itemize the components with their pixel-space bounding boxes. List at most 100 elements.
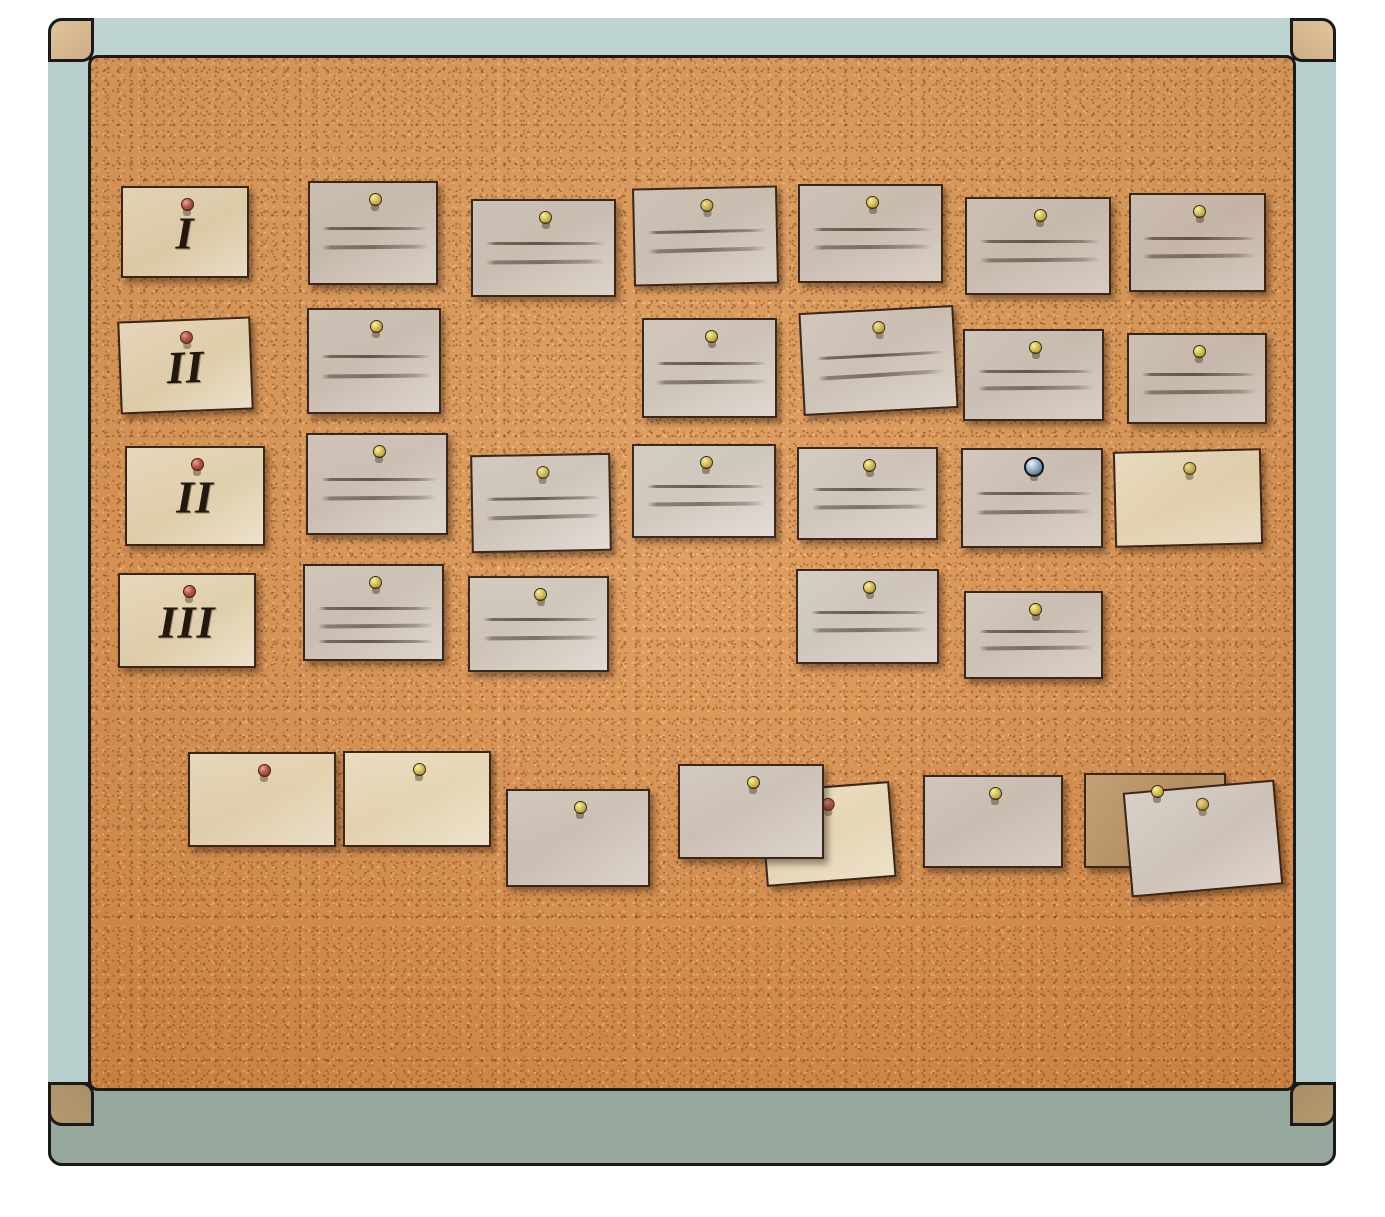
note-scribble-line: [980, 240, 1100, 244]
pushpin-gold[interactable]: [535, 465, 550, 480]
pushpin-gold[interactable]: [573, 801, 587, 814]
note-scribble-line: [317, 606, 434, 610]
note-card[interactable]: [343, 751, 491, 847]
note-card[interactable]: [678, 764, 824, 859]
note-scribble-line: [648, 245, 768, 254]
note-card[interactable]: [642, 318, 777, 418]
note-card[interactable]: [471, 199, 616, 297]
frame-right-band: [1292, 60, 1336, 1130]
pushpin-gold[interactable]: [1033, 209, 1047, 222]
note-card[interactable]: [796, 569, 939, 664]
note-scribble-line: [647, 228, 767, 235]
note-scribble-line: [321, 373, 431, 379]
note-scribble-line: [811, 504, 928, 510]
pushpin-gold[interactable]: [1029, 603, 1042, 616]
pushpin-gold[interactable]: [700, 198, 714, 213]
note-scribble-line: [646, 485, 766, 489]
note-card[interactable]: [470, 452, 612, 554]
pushpin-gold[interactable]: [1194, 797, 1210, 812]
corkboard-scene: I II II III: [0, 0, 1385, 1217]
pushpin-gold[interactable]: [372, 445, 386, 458]
pushpin-gold[interactable]: [369, 576, 382, 589]
frame-corner-bottom-right: [1290, 1082, 1336, 1126]
note-scribble-line: [813, 244, 932, 250]
note-scribble-line: [656, 379, 767, 385]
pushpin-red[interactable]: [257, 764, 271, 777]
numbered-card[interactable]: I: [121, 186, 249, 278]
note-card[interactable]: [1127, 333, 1267, 424]
note-scribble-line: [1143, 236, 1256, 240]
note-card[interactable]: [1112, 448, 1264, 548]
pushpin-red[interactable]: [180, 198, 194, 211]
pushpin-gold[interactable]: [1182, 461, 1196, 476]
note-scribble-line: [977, 385, 1094, 391]
pushpin-gold[interactable]: [746, 776, 760, 789]
pushpin-gold[interactable]: [1150, 785, 1164, 798]
pushpin-blue[interactable]: [1024, 457, 1044, 477]
note-scribble-line: [977, 369, 1094, 373]
note-scribble-line: [810, 610, 929, 614]
note-scribble-line: [482, 618, 599, 622]
note-card[interactable]: [307, 308, 441, 414]
pushpin-gold[interactable]: [699, 456, 713, 469]
pushpin-gold[interactable]: [988, 787, 1002, 800]
note-scribble-line: [978, 645, 1093, 651]
note-card[interactable]: [923, 775, 1063, 868]
pushpin-gold[interactable]: [871, 320, 886, 335]
note-card[interactable]: [632, 444, 776, 538]
pushpin-gold[interactable]: [1192, 345, 1206, 358]
note-scribble-line: [656, 362, 767, 365]
note-scribble-line: [646, 501, 766, 507]
note-scribble-line: [321, 244, 429, 250]
note-card[interactable]: [506, 789, 650, 887]
note-card[interactable]: [308, 181, 438, 285]
note-scribble-line: [485, 513, 601, 521]
note-card[interactable]: [468, 576, 609, 672]
note-scribble-line: [317, 639, 434, 643]
note-scribble-line: [817, 368, 945, 381]
numbered-card[interactable]: III: [118, 573, 256, 668]
note-card[interactable]: [1122, 779, 1284, 898]
numbered-card[interactable]: II: [125, 446, 265, 546]
note-scribble-line: [813, 227, 932, 231]
note-card[interactable]: [961, 448, 1103, 548]
pushpin-red[interactable]: [190, 458, 204, 471]
frame-left-band: [48, 60, 92, 1130]
pushpin-gold[interactable]: [534, 588, 547, 601]
cork-surface[interactable]: I II II III: [88, 55, 1296, 1091]
roman-numeral-label: II: [176, 471, 214, 523]
note-card[interactable]: [1129, 193, 1266, 292]
pushpin-gold[interactable]: [539, 211, 552, 224]
note-scribble-line: [321, 226, 429, 230]
note-scribble-line: [811, 488, 928, 492]
pushpin-gold[interactable]: [368, 193, 382, 206]
numbered-card[interactable]: II: [117, 316, 254, 415]
note-scribble-line: [485, 496, 601, 502]
pushpin-gold[interactable]: [866, 196, 879, 209]
note-card[interactable]: [188, 752, 336, 847]
note-scribble-line: [980, 257, 1100, 263]
note-card[interactable]: [798, 184, 943, 283]
pushpin-gold[interactable]: [863, 459, 876, 472]
note-card[interactable]: [965, 197, 1111, 295]
note-scribble-line: [320, 495, 438, 501]
note-card[interactable]: [797, 447, 938, 540]
note-scribble-line: [317, 623, 434, 629]
pushpin-gold[interactable]: [705, 330, 718, 343]
pushpin-gold[interactable]: [1193, 205, 1206, 218]
note-card[interactable]: [964, 591, 1103, 679]
note-scribble-line: [810, 627, 929, 633]
pushpin-gold[interactable]: [1029, 341, 1042, 354]
pushpin-gold[interactable]: [412, 763, 426, 776]
note-card[interactable]: [306, 433, 448, 535]
note-card[interactable]: [963, 329, 1104, 421]
note-scribble-line: [975, 492, 1093, 495]
note-card[interactable]: [631, 185, 780, 287]
pushpin-gold[interactable]: [369, 320, 383, 333]
note-card[interactable]: [303, 564, 444, 661]
note-scribble-line: [1143, 253, 1256, 259]
pushpin-gold[interactable]: [863, 581, 876, 594]
note-card[interactable]: [798, 305, 959, 416]
note-scribble-line: [482, 635, 599, 641]
pushpin-red[interactable]: [182, 585, 196, 598]
